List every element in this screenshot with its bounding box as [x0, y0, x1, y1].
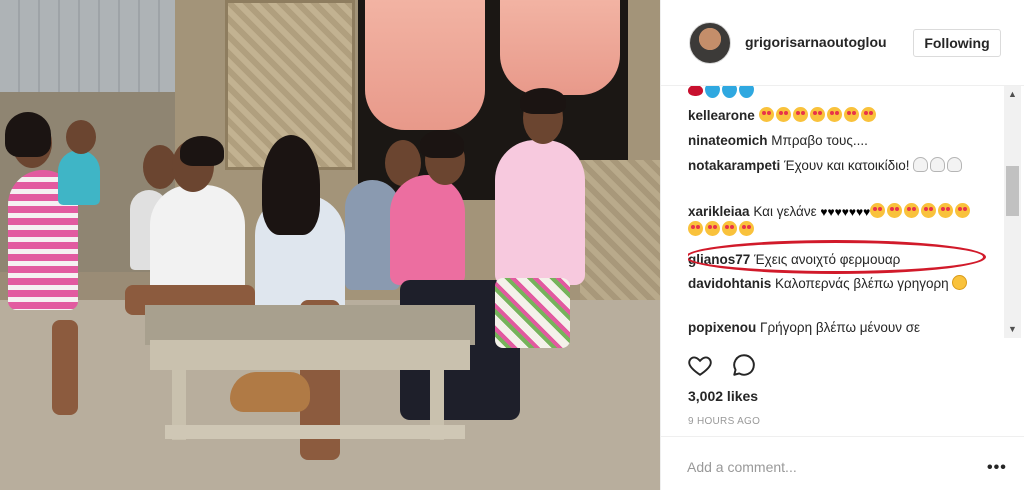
comment-username[interactable]: kellearone: [688, 108, 755, 123]
heart-eyes-emoji-icon: [904, 203, 920, 218]
more-options-icon[interactable]: •••: [987, 459, 1007, 477]
heart-eyes-emoji-icon: [860, 107, 876, 122]
photo-bench-front: [150, 340, 470, 370]
heart-eyes-emoji-icon: [826, 107, 842, 122]
heart-eyes-emoji-icon: [775, 107, 791, 122]
highlight-ring-annotation: [688, 240, 986, 274]
heart-eyes-emoji-icon: [705, 221, 720, 236]
photo-bench-top: [145, 305, 475, 345]
photo-person-hair: [5, 112, 51, 157]
like-count[interactable]: 3,002 likes: [688, 388, 758, 404]
add-comment-input[interactable]: [687, 457, 957, 477]
blue-heart-emoji-icon: [705, 86, 720, 98]
post-username[interactable]: grigorisarnaoutoglou: [745, 34, 887, 50]
black-heart-emoji-icon: ♥: [848, 205, 856, 219]
photo-person-pants: [495, 278, 570, 348]
heart-eyes-emoji-icon: [955, 203, 971, 218]
scroll-thumb[interactable]: [1006, 166, 1019, 216]
photo-person: [495, 140, 585, 285]
comment-text: Μπραβο τους....: [771, 133, 868, 148]
heart-eyes-emoji-icon: [688, 221, 703, 236]
comment-username[interactable]: popixenou: [688, 320, 756, 335]
black-heart-emoji-icon: ♥: [841, 205, 849, 219]
following-button[interactable]: Following: [913, 29, 1001, 57]
blue-heart-emoji-icon: [722, 86, 737, 98]
heart-eyes-emoji-icon: [887, 203, 903, 218]
post-sidebar: grigorisarnaoutoglou Following kellearon…: [660, 0, 1024, 490]
comment-text: Έχουν και κατοικίδιο!: [784, 158, 910, 173]
heart-eyes-emoji-icon: [722, 221, 737, 236]
heart-eyes-emoji-icon: [809, 107, 825, 122]
photo-curtain-right: [500, 0, 620, 95]
photo-bench-bar: [165, 425, 465, 439]
grin-emoji-icon: [952, 275, 968, 290]
scroll-up-arrow-icon[interactable]: ▲: [1004, 86, 1021, 103]
black-heart-emoji-icon: ♥: [834, 205, 842, 219]
comment-item: ninateomich Μπραβο τους....: [688, 132, 983, 150]
photo-person-hair: [180, 136, 224, 166]
comment-item: davidohtanis Καλοπερνάς βλέπω γρηγορη: [688, 275, 983, 293]
heart-eyes-emoji-icon: [921, 203, 937, 218]
comment-username[interactable]: xarikleiaa: [688, 204, 750, 219]
heart-eyes-emoji-icon: [739, 221, 754, 236]
comment-text: Και γελάνε: [753, 204, 817, 219]
lips-emoji-icon: [688, 86, 703, 96]
black-heart-emoji-icon: ♥: [856, 205, 864, 219]
comment-username[interactable]: notakarampeti: [688, 158, 780, 173]
post-photo[interactable]: [0, 0, 660, 490]
ghost-emoji-icon: [913, 157, 929, 172]
comment-item: [688, 86, 983, 101]
comment-item: glianos77 Έχεις ανοιχτό φερμουαρ: [688, 240, 986, 274]
photo-person-hair: [420, 130, 464, 158]
avatar[interactable]: [689, 22, 731, 64]
photo-person: [150, 185, 245, 295]
comment-text: Καλοπερνάς βλέπω γρηγορη: [775, 276, 949, 291]
comment-item: popixenou Γρήγορη βλέπω μένουν σε: [688, 319, 983, 337]
ghost-emoji-icon: [947, 157, 963, 172]
photo-person-hair: [520, 88, 566, 114]
post-timestamp: 9 HOURS AGO: [688, 416, 761, 427]
heart-icon[interactable]: [687, 352, 713, 378]
comment-text: Γρήγορη βλέπω μένουν σε: [760, 320, 921, 335]
black-heart-emoji-icon: ♥: [820, 205, 828, 219]
heart-eyes-emoji-icon: [758, 107, 774, 122]
photo-metal-roof: [0, 0, 178, 92]
post-header: grigorisarnaoutoglou Following: [661, 0, 1024, 86]
black-heart-emoji-icon: ♥: [863, 205, 871, 219]
comment-username[interactable]: ninateomich: [688, 133, 768, 148]
scroll-down-arrow-icon[interactable]: ▼: [1004, 321, 1021, 338]
photo-child-head: [66, 120, 96, 154]
blue-heart-emoji-icon: [739, 86, 754, 98]
photo-child: [58, 150, 100, 205]
ghost-emoji-icon: [930, 157, 946, 172]
comment-item: kellearone: [688, 107, 983, 125]
photo-person-hair: [262, 135, 320, 235]
comment-scrollbar[interactable]: ▲ ▼: [1004, 86, 1021, 338]
comment-item: xarikleiaa Και γελάνε ♥♥♥♥♥♥♥: [688, 203, 983, 239]
photo-dog: [230, 372, 310, 412]
heart-eyes-emoji-icon: [792, 107, 808, 122]
photo-curtain-left: [365, 0, 485, 130]
comment-username[interactable]: davidohtanis: [688, 276, 771, 291]
comment-bubble-icon[interactable]: [731, 352, 757, 378]
black-heart-emoji-icon: ♥: [827, 205, 835, 219]
heart-eyes-emoji-icon: [938, 203, 954, 218]
photo-person-legs: [52, 320, 78, 415]
heart-eyes-emoji-icon: [870, 203, 886, 218]
photo-person: [390, 175, 465, 285]
comment-item: notakarampeti Έχουν και κατοικίδιο!: [688, 157, 983, 175]
heart-eyes-emoji-icon: [843, 107, 859, 122]
add-comment-bar: •••: [661, 436, 1024, 490]
comment-list: kellearone ninateomich Μπραβο τους.... n…: [688, 86, 1008, 338]
